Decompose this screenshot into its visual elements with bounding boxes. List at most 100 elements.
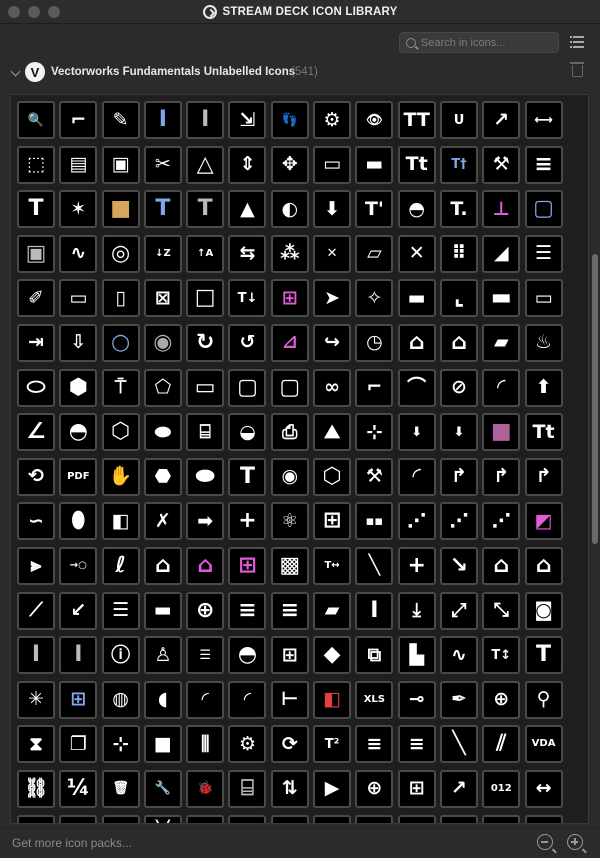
icon-tile[interactable]: ⌐ (355, 368, 394, 407)
icon-tile[interactable]: ⫼ (186, 725, 225, 764)
icon-tile[interactable]: ▭ (59, 279, 98, 318)
icon-tile[interactable]: 🔍 (17, 101, 55, 139)
icon-tile[interactable]: 👁 (355, 101, 394, 139)
icon-tile[interactable]: ∿ (439, 636, 478, 675)
icon-tile[interactable]: ⫽ (482, 725, 521, 764)
icon-tile[interactable]: ⟳ (270, 725, 309, 764)
icon-tile[interactable]: ⓘ (101, 636, 140, 675)
icon-tile[interactable]: △ (186, 145, 225, 184)
icon-tile[interactable]: ⚲ (524, 680, 563, 719)
icon-tile[interactable]: T↓ (228, 279, 267, 318)
icon-tile[interactable]: ⇅ (270, 769, 309, 808)
icon-tile[interactable]: ⚙ (313, 101, 352, 139)
icon-tile[interactable]: ⛓ (17, 769, 55, 808)
icon-tile[interactable]: ⬠ (143, 368, 182, 407)
icon-tile[interactable]: ✳ (17, 680, 55, 719)
icon-tile[interactable]: ▯ (101, 279, 140, 318)
icon-tile[interactable]: ▬ (143, 591, 182, 630)
icon-tile[interactable]: ⌞ (439, 279, 478, 318)
search-box[interactable] (399, 32, 559, 53)
icon-tile[interactable]: ⌂ (482, 546, 521, 585)
icon-tile[interactable]: ∽ (17, 502, 55, 541)
icon-tile[interactable]: ◒ (228, 413, 267, 452)
icon-tile[interactable]: ⌂ (143, 546, 182, 585)
icon-tile[interactable]: ⤡ (482, 591, 521, 630)
icon-tile[interactable]: ⌂ (439, 323, 478, 362)
icon-tile[interactable]: ↱ (524, 457, 563, 496)
icon-tile[interactable]: ╳ (143, 814, 182, 823)
icon-tile[interactable]: ◧ (101, 502, 140, 541)
icon-tile[interactable]: ⊞ (313, 502, 352, 541)
icon-tile[interactable]: ▤ (59, 145, 98, 184)
icon-tile[interactable]: PDF (59, 457, 98, 496)
icon-tile[interactable]: ◢ (482, 234, 521, 273)
icon-tile[interactable]: ▭ (186, 368, 225, 407)
icon-tile[interactable]: ⤢ (439, 591, 478, 630)
icon-tile[interactable]: ▲ (186, 814, 225, 823)
icon-tile[interactable]: ◍ (101, 680, 140, 719)
icon-tile[interactable]: ⊞ (270, 279, 309, 318)
icon-tile[interactable]: ▬ (355, 145, 394, 184)
icon-tile[interactable]: T↕ (482, 636, 521, 675)
icon-tile[interactable]: ⚛ (270, 502, 309, 541)
icon-tile[interactable]: ✋ (101, 457, 140, 496)
icon-tile[interactable]: ▭ (313, 145, 352, 184)
icon-tile[interactable]: ▪▪ (355, 502, 394, 541)
icon-tile[interactable]: ⬣ (143, 457, 182, 496)
trash-icon[interactable] (570, 62, 584, 77)
icon-tile[interactable]: ◷ (355, 323, 394, 362)
icon-tile[interactable]: ■ (101, 190, 140, 229)
icon-tile[interactable]: ⊞ (59, 680, 98, 719)
icon-tile[interactable]: ⬬ (186, 457, 225, 496)
icon-tile[interactable]: ⚙ (228, 725, 267, 764)
chevron-down-icon[interactable] (10, 66, 21, 77)
icon-tile[interactable]: ↻ (186, 323, 225, 362)
icon-tile[interactable]: ⇕ (228, 145, 267, 184)
icon-tile[interactable]: ⋰ (439, 502, 478, 541)
icon-tile[interactable]: ◜ (397, 457, 436, 496)
icon-tile[interactable]: ↘ (439, 546, 478, 585)
icon-tile[interactable]: ↙ (59, 591, 98, 630)
icon-tile[interactable]: I (355, 591, 394, 630)
icon-tile[interactable]: ≡ (524, 145, 563, 184)
icon-tile[interactable]: 🐞 (186, 769, 225, 808)
icon-tile[interactable]: XLS (355, 680, 394, 719)
icon-tile[interactable]: 🗑 (101, 769, 140, 808)
icon-tile[interactable]: ✥ (270, 145, 309, 184)
icon-tile[interactable]: ⇥ (17, 323, 55, 362)
icon-tile[interactable]: ⌂ (186, 546, 225, 585)
icon-tile[interactable]: ⊥ (482, 190, 521, 229)
icon-tile[interactable]: ▢ (270, 368, 309, 407)
icon-tile[interactable]: 🔧 (143, 769, 182, 808)
icon-pack-header[interactable]: V Vectorworks Fundamentals Unlabelled Ic… (0, 60, 600, 86)
icon-tile[interactable]: I (59, 636, 98, 675)
icon-tile[interactable]: ⟋ (17, 591, 55, 630)
icon-tile[interactable]: ▲ (101, 814, 140, 823)
icon-tile[interactable]: ↪ (313, 323, 352, 362)
icon-tile[interactable]: ⊞ (270, 636, 309, 675)
icon-tile[interactable]: ⊞ (228, 546, 267, 585)
icon-tile[interactable]: ◓ (59, 413, 98, 452)
icon-tile[interactable]: ⊠ (143, 279, 182, 318)
icon-tile[interactable]: ╲ (439, 725, 478, 764)
icon-tile[interactable]: T. (439, 190, 478, 229)
icon-tile[interactable]: ⧗ (17, 725, 55, 764)
icon-tile[interactable]: I (186, 101, 225, 139)
icon-tile[interactable]: ↔ (524, 769, 563, 808)
icon-tile[interactable]: ⟷ (17, 814, 55, 823)
icon-tile[interactable]: ⇲ (228, 101, 267, 139)
icon-tile[interactable]: VDA (524, 725, 563, 764)
icon-tile[interactable]: ◎ (101, 234, 140, 273)
icon-tile[interactable]: ✧ (355, 279, 394, 318)
icon-tile[interactable]: ⌸ (186, 413, 225, 452)
icon-tile[interactable]: ✕ (313, 234, 352, 273)
icon-tile[interactable]: ◓ (397, 190, 436, 229)
icon-tile[interactable]: ⊢ (270, 680, 309, 719)
icon-tile[interactable]: ✶ (59, 190, 98, 229)
icon-tile[interactable]: ▭ (524, 279, 563, 318)
icon-tile[interactable]: ⌸ (228, 769, 267, 808)
icon-tile[interactable]: ⬡ (101, 413, 140, 452)
icon-tile[interactable]: TT (397, 101, 436, 139)
icon-tile[interactable]: ⚒ (482, 145, 521, 184)
icon-tile[interactable]: ➡ (186, 502, 225, 541)
